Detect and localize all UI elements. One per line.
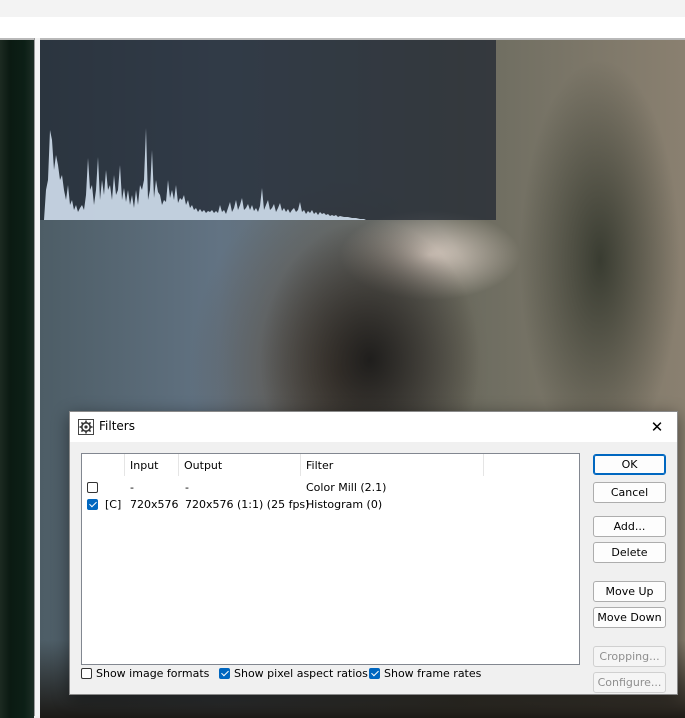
column-header-filter[interactable]: Filter: [301, 454, 484, 476]
show-frame-rates-label: Show frame rates: [384, 667, 482, 680]
filter-input: 720x576: [130, 498, 179, 511]
delete-button[interactable]: Delete: [593, 542, 666, 563]
show-frame-rates-checkbox[interactable]: [369, 668, 380, 679]
column-header-output[interactable]: Output: [179, 454, 301, 476]
close-button[interactable]: ✕: [646, 417, 668, 437]
filter-input: -: [130, 481, 134, 494]
window-top-gap: [0, 17, 685, 38]
show-image-formats-label: Show image formats: [96, 667, 210, 680]
ok-button[interactable]: OK: [593, 454, 666, 475]
filter-name: Color Mill (2.1): [306, 481, 387, 494]
move-up-button[interactable]: Move Up: [593, 581, 666, 602]
show-pixel-aspect-ratios-checkbox[interactable]: [219, 668, 230, 679]
histogram-overlay: [40, 40, 496, 220]
column-header-input[interactable]: Input: [125, 454, 179, 476]
show-image-formats-checkbox[interactable]: [81, 668, 92, 679]
column-header-enabled[interactable]: [82, 454, 125, 476]
histogram-graph: [40, 128, 366, 220]
gear-icon: [78, 419, 94, 435]
window-top-strip: [0, 0, 685, 17]
close-icon: ✕: [650, 418, 664, 436]
filters-dialog: Filters ✕ Input Output Filter - - Color …: [69, 411, 678, 695]
filter-output: -: [185, 481, 189, 494]
dialog-title: Filters: [99, 419, 135, 433]
filter-name: Histogram (0): [306, 498, 383, 511]
list-header: Input Output Filter: [82, 454, 579, 478]
add-button[interactable]: Add...: [593, 516, 666, 537]
filter-tag: [C]: [105, 498, 122, 511]
dialog-titlebar: Filters ✕: [70, 412, 677, 442]
list-item[interactable]: [C] 720x576 720x576 (1:1) (25 fps) Histo…: [82, 496, 579, 513]
cancel-button[interactable]: Cancel: [593, 482, 666, 503]
cropping-button[interactable]: Cropping...: [593, 646, 666, 667]
show-pixel-aspect-ratios-label: Show pixel aspect ratios: [234, 667, 368, 680]
input-video-pane: [0, 38, 34, 718]
filter-list[interactable]: Input Output Filter - - Color Mill (2.1)…: [81, 453, 580, 665]
move-down-button[interactable]: Move Down: [593, 607, 666, 628]
filter-output: 720x576 (1:1) (25 fps): [185, 498, 310, 511]
filter-enable-checkbox[interactable]: [87, 499, 98, 510]
list-item[interactable]: - - Color Mill (2.1): [82, 479, 579, 496]
configure-button[interactable]: Configure...: [593, 672, 666, 693]
filter-enable-checkbox[interactable]: [87, 482, 98, 493]
